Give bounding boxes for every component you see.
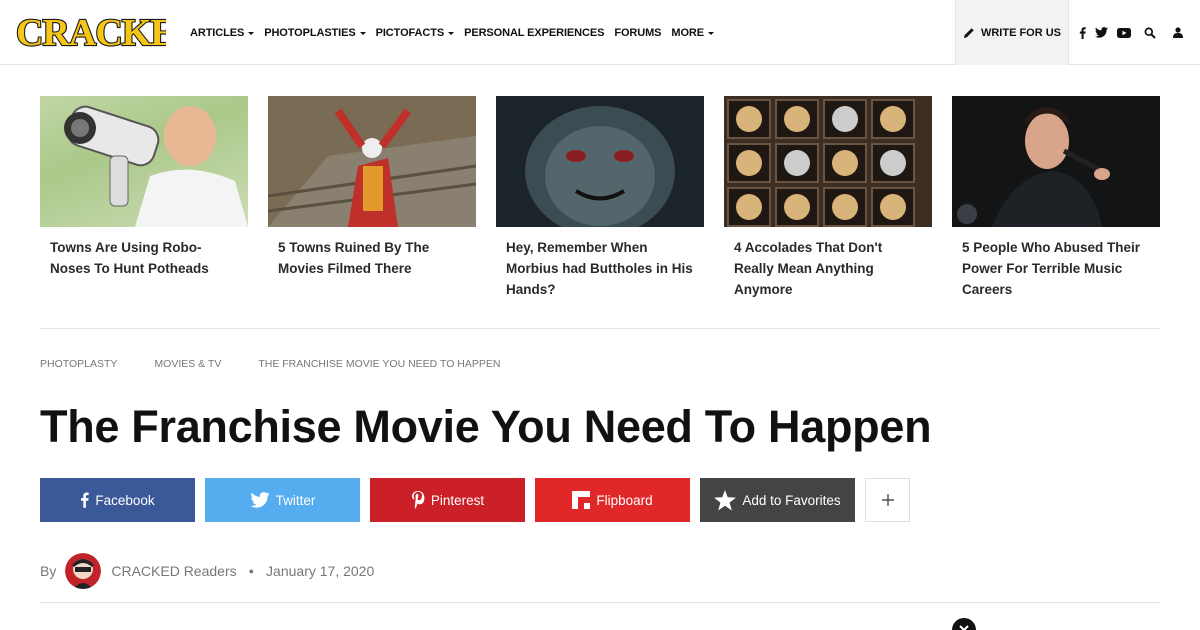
nav-articles[interactable]: ARTICLES xyxy=(190,26,255,39)
chevron-down-icon xyxy=(359,31,366,35)
pinterest-share-button[interactable]: Pinterest xyxy=(370,478,525,522)
related-thumbnail[interactable] xyxy=(40,96,248,227)
twitter-share-label: Twitter xyxy=(275,492,316,508)
twitter-share-button[interactable]: Twitter xyxy=(205,478,360,522)
plus-icon xyxy=(881,494,894,506)
add-to-favorites-button[interactable]: Add to Favorites xyxy=(700,478,855,522)
close-icon[interactable] xyxy=(952,618,976,630)
write-for-us-button[interactable]: WRITE FOR US xyxy=(955,0,1069,65)
by-label: By xyxy=(40,562,57,579)
related-card[interactable]: 5 Towns Ruined By The Movies Filmed Ther… xyxy=(268,96,476,279)
related-card[interactable]: 5 People Who Abused Their Power For Terr… xyxy=(952,96,1160,300)
related-title[interactable]: Towns Are Using Robo-Noses To Hunt Pothe… xyxy=(40,227,248,279)
nav-articles-label: ARTICLES xyxy=(190,26,245,39)
twitter-icon[interactable] xyxy=(1090,23,1112,43)
nav-forums-label: FORUMS xyxy=(614,26,662,39)
facebook-icon[interactable] xyxy=(1074,23,1090,43)
pinterest-icon xyxy=(411,491,425,509)
breadcrumb: PHOTOPLASTY MOVIES & TV THE FRANCHISE MO… xyxy=(40,358,537,370)
divider xyxy=(40,602,1160,603)
write-for-us-label: WRITE FOR US xyxy=(980,26,1062,39)
author-avatar[interactable] xyxy=(65,552,102,589)
cracked-logo[interactable]: CRACKED xyxy=(14,12,166,52)
related-card[interactable]: 4 Accolades That Don't Really Mean Anyth… xyxy=(724,96,932,300)
flipboard-share-button[interactable]: Flipboard xyxy=(535,478,690,522)
twitter-icon xyxy=(250,492,270,508)
related-card[interactable]: Hey, Remember When Morbius had Buttholes… xyxy=(496,96,704,300)
add-to-favorites-label: Add to Favorites xyxy=(742,492,841,508)
separator-dot: ● xyxy=(248,565,255,576)
main-nav: ARTICLES PHOTOPLASTIES PICTOFACTS PERSON… xyxy=(190,0,724,65)
related-title[interactable]: 5 People Who Abused Their Power For Terr… xyxy=(952,227,1160,300)
page-title: The Franchise Movie You Need To Happen xyxy=(40,401,932,452)
divider xyxy=(40,328,1160,329)
more-share-button[interactable] xyxy=(865,478,910,522)
related-articles: Towns Are Using Robo-Noses To Hunt Pothe… xyxy=(40,96,1160,306)
related-title[interactable]: Hey, Remember When Morbius had Buttholes… xyxy=(496,227,704,300)
facebook-share-label: Facebook xyxy=(95,492,155,508)
header-icons xyxy=(1074,0,1192,65)
chevron-down-icon xyxy=(248,31,255,35)
related-thumbnail[interactable] xyxy=(724,96,932,227)
breadcrumb-current[interactable]: THE FRANCHISE MOVIE YOU NEED TO HAPPEN xyxy=(258,358,500,370)
related-thumbnail[interactable] xyxy=(268,96,476,227)
nav-more-label: MORE xyxy=(671,26,705,39)
logo-text: CRACKED xyxy=(16,12,166,52)
top-navigation-bar: CRACKED ARTICLES PHOTOPLASTIES PICTOFACT… xyxy=(0,0,1200,65)
nav-more[interactable]: MORE xyxy=(671,26,715,39)
flipboard-share-label: Flipboard xyxy=(596,492,653,508)
pencil-icon xyxy=(963,27,974,38)
facebook-share-button[interactable]: Facebook xyxy=(40,478,195,522)
breadcrumb-photoplasty[interactable]: PHOTOPLASTY xyxy=(40,358,117,370)
chevron-down-icon xyxy=(448,31,455,35)
nav-forums[interactable]: FORUMS xyxy=(614,27,661,39)
publish-date: January 17, 2020 xyxy=(266,562,375,579)
flipboard-icon xyxy=(572,491,591,509)
related-card[interactable]: Towns Are Using Robo-Noses To Hunt Pothe… xyxy=(40,96,248,279)
related-title[interactable]: 4 Accolades That Don't Really Mean Anyth… xyxy=(724,227,932,300)
related-thumbnail[interactable] xyxy=(952,96,1160,227)
nav-pictofacts[interactable]: PICTOFACTS xyxy=(375,26,455,39)
search-icon[interactable] xyxy=(1136,23,1164,43)
nav-pictofacts-label: PICTOFACTS xyxy=(375,26,445,39)
star-icon xyxy=(714,489,737,511)
nav-personal-experiences[interactable]: PERSONAL EXPERIENCES xyxy=(464,27,604,39)
youtube-icon[interactable] xyxy=(1112,23,1136,43)
user-icon[interactable] xyxy=(1164,23,1192,43)
nav-photoplasties[interactable]: PHOTOPLASTIES xyxy=(264,26,366,39)
related-thumbnail[interactable] xyxy=(496,96,704,227)
byline: By CRACKED Readers ● January 17, 2020 xyxy=(40,552,374,589)
breadcrumb-movies-tv[interactable]: MOVIES & TV xyxy=(154,358,221,370)
facebook-icon xyxy=(81,492,89,508)
related-title[interactable]: 5 Towns Ruined By The Movies Filmed Ther… xyxy=(268,227,476,279)
chevron-down-icon xyxy=(708,31,715,35)
pinterest-share-label: Pinterest xyxy=(430,492,485,508)
author-name[interactable]: CRACKED Readers xyxy=(111,563,236,579)
nav-personal-experiences-label: PERSONAL EXPERIENCES xyxy=(464,26,605,39)
nav-photoplasties-label: PHOTOPLASTIES xyxy=(264,26,356,39)
